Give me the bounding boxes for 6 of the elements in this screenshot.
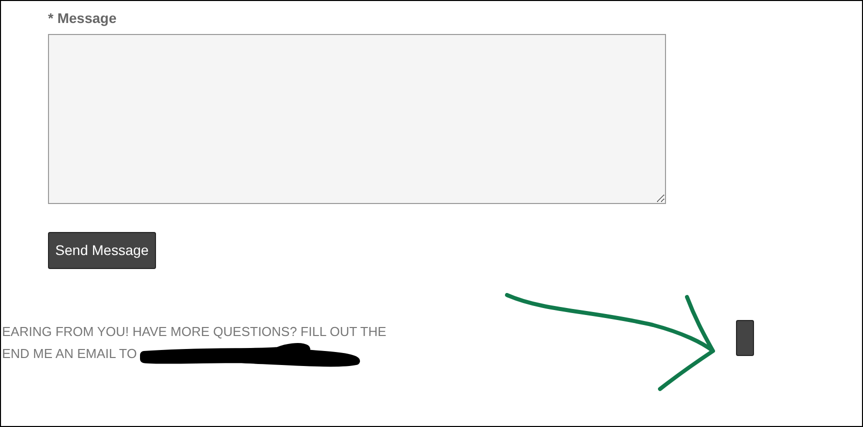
send-message-button[interactable]: Send Message (48, 232, 156, 269)
message-field[interactable] (48, 34, 666, 204)
scroll-button[interactable] (736, 320, 754, 356)
footer-text: EARING FROM YOU! HAVE MORE QUESTIONS? FILL OUT THE (2, 323, 386, 342)
footer-text: END ME AN EMAIL TO (2, 345, 137, 364)
message-label: * Message (48, 9, 116, 28)
